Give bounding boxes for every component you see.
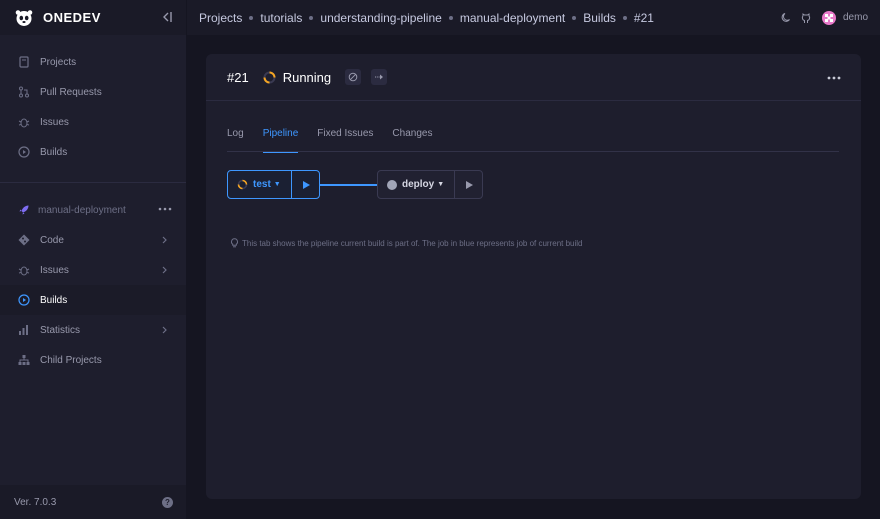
pull-request-icon <box>17 85 31 99</box>
breadcrumb-build-number: #21 <box>633 10 654 25</box>
more-options-icon[interactable] <box>827 71 841 83</box>
chevron-right-icon <box>160 264 170 276</box>
main-content: Projects tutorials understanding-pipelin… <box>187 0 880 519</box>
breadcrumb-separator <box>309 15 314 20</box>
play-icon <box>465 180 473 189</box>
breadcrumb-projects[interactable]: Projects <box>199 11 242 25</box>
topbar: Projects tutorials understanding-pipelin… <box>187 0 880 35</box>
rerun-build-button[interactable] <box>371 69 388 85</box>
brand-name: ONEDEV <box>43 10 101 25</box>
rocket-icon <box>17 203 31 217</box>
tab-log[interactable]: Log <box>227 128 244 152</box>
sidebar-footer: Ver. 7.0.3 ? <box>0 485 186 519</box>
breadcrumb-separator <box>448 15 453 20</box>
breadcrumb-separator <box>249 15 254 20</box>
pipeline-graph: test ▼ deploy ▼ <box>227 170 527 200</box>
pipeline-hint: This tab shows the pipeline current buil… <box>229 238 583 248</box>
sidebar-item-label: Issues <box>40 264 69 276</box>
sidebar-item-label: Child Projects <box>40 354 102 366</box>
run-job-deploy-button[interactable] <box>455 171 482 198</box>
breadcrumb-understanding-pipeline[interactable]: understanding-pipeline <box>320 11 441 25</box>
job-test-dropdown[interactable]: test ▼ <box>228 171 292 198</box>
help-icon[interactable]: ? <box>162 497 173 508</box>
sidebar-item-label: Statistics <box>40 324 81 336</box>
version-label: Ver. 7.0.3 <box>14 496 57 508</box>
sidebar-item-issues[interactable]: Issues <box>0 107 186 137</box>
job-test: test ▼ <box>227 170 320 199</box>
project-name: manual-deployment <box>38 204 126 216</box>
breadcrumb-separator <box>622 15 627 20</box>
sidebar-item-builds[interactable]: Builds <box>0 137 186 167</box>
pipeline-connector <box>320 184 377 186</box>
breadcrumb: Projects tutorials understanding-pipelin… <box>199 11 654 25</box>
build-header: #21 Running <box>206 54 861 101</box>
global-nav: Projects Pull Requests Issues Builds <box>0 35 186 167</box>
run-job-test-button[interactable] <box>292 171 319 198</box>
running-spinner-icon <box>237 179 248 190</box>
code-icon <box>17 233 31 247</box>
job-deploy: deploy ▼ <box>377 170 483 199</box>
build-number: #21 <box>227 69 249 85</box>
play-circle-icon <box>17 293 31 307</box>
github-icon[interactable] <box>800 11 813 24</box>
sidebar-item-projects[interactable]: Projects <box>0 47 186 77</box>
job-deploy-dropdown[interactable]: deploy ▼ <box>378 171 455 198</box>
bug-icon <box>17 263 31 277</box>
sidebar-item-child-projects[interactable]: Child Projects <box>0 345 186 375</box>
sidebar-item-label: Issues <box>40 116 69 128</box>
build-status: Running <box>282 69 332 85</box>
project-more-icon[interactable] <box>158 203 172 215</box>
user-name[interactable]: demo <box>843 12 868 23</box>
onedev-logo-icon <box>14 9 34 27</box>
topbar-actions: demo <box>780 0 868 35</box>
chevron-down-icon: ▼ <box>273 181 281 188</box>
sidebar-item-label: Builds <box>40 294 68 306</box>
running-spinner-icon <box>263 71 276 84</box>
project-nav: Code Issues Builds Statistics Child Proj… <box>0 225 186 375</box>
build-tabs: Log Pipeline Fixed Issues Changes <box>227 128 839 153</box>
sidebar-divider <box>0 182 186 183</box>
avatar[interactable] <box>821 10 836 25</box>
breadcrumb-builds[interactable]: Builds <box>583 11 616 25</box>
breadcrumb-separator <box>572 15 577 20</box>
sidebar-item-label: Builds <box>40 146 68 158</box>
play-circle-icon <box>17 145 31 159</box>
chevron-right-icon <box>160 234 170 246</box>
cancel-build-button[interactable] <box>345 69 362 85</box>
hint-text: This tab shows the pipeline current buil… <box>242 238 583 248</box>
projects-icon <box>17 55 31 69</box>
tab-changes[interactable]: Changes <box>392 128 432 152</box>
brand[interactable]: ONEDEV <box>0 0 186 35</box>
job-name: deploy <box>402 179 435 190</box>
chevron-down-icon: ▼ <box>437 181 445 188</box>
tab-fixed-issues[interactable]: Fixed Issues <box>317 128 373 152</box>
sidebar-item-label: Projects <box>40 56 77 68</box>
job-name: test <box>253 179 271 190</box>
tab-pipeline[interactable]: Pipeline <box>262 128 298 153</box>
breadcrumb-manual-deployment[interactable]: manual-deployment <box>460 11 565 25</box>
chevron-right-icon <box>160 324 170 336</box>
sidebar-item-statistics[interactable]: Statistics <box>0 315 186 345</box>
waiting-status-icon <box>387 179 397 190</box>
bar-chart-icon <box>17 323 31 337</box>
lightbulb-icon <box>229 238 239 248</box>
play-icon <box>302 180 310 189</box>
sidebar-item-project-builds[interactable]: Builds <box>0 285 186 315</box>
tree-icon <box>17 353 31 367</box>
moon-icon[interactable] <box>780 11 793 24</box>
sidebar-item-code[interactable]: Code <box>0 225 186 255</box>
sidebar-item-project-issues[interactable]: Issues <box>0 255 186 285</box>
sidebar-item-label: Pull Requests <box>40 86 102 98</box>
build-card: #21 Running Log Pipeline Fixed Issues Ch… <box>206 54 861 499</box>
sidebar: ONEDEV Projects Pull Requests Issues Bui… <box>0 0 187 519</box>
sidebar-item-pull-requests[interactable]: Pull Requests <box>0 77 186 107</box>
collapse-sidebar-icon[interactable] <box>160 10 174 24</box>
breadcrumb-tutorials[interactable]: tutorials <box>260 11 302 25</box>
sidebar-item-label: Code <box>40 234 64 246</box>
project-header[interactable]: manual-deployment <box>0 195 186 225</box>
bug-icon <box>17 115 31 129</box>
app-root: ONEDEV Projects Pull Requests Issues Bui… <box>0 0 880 519</box>
